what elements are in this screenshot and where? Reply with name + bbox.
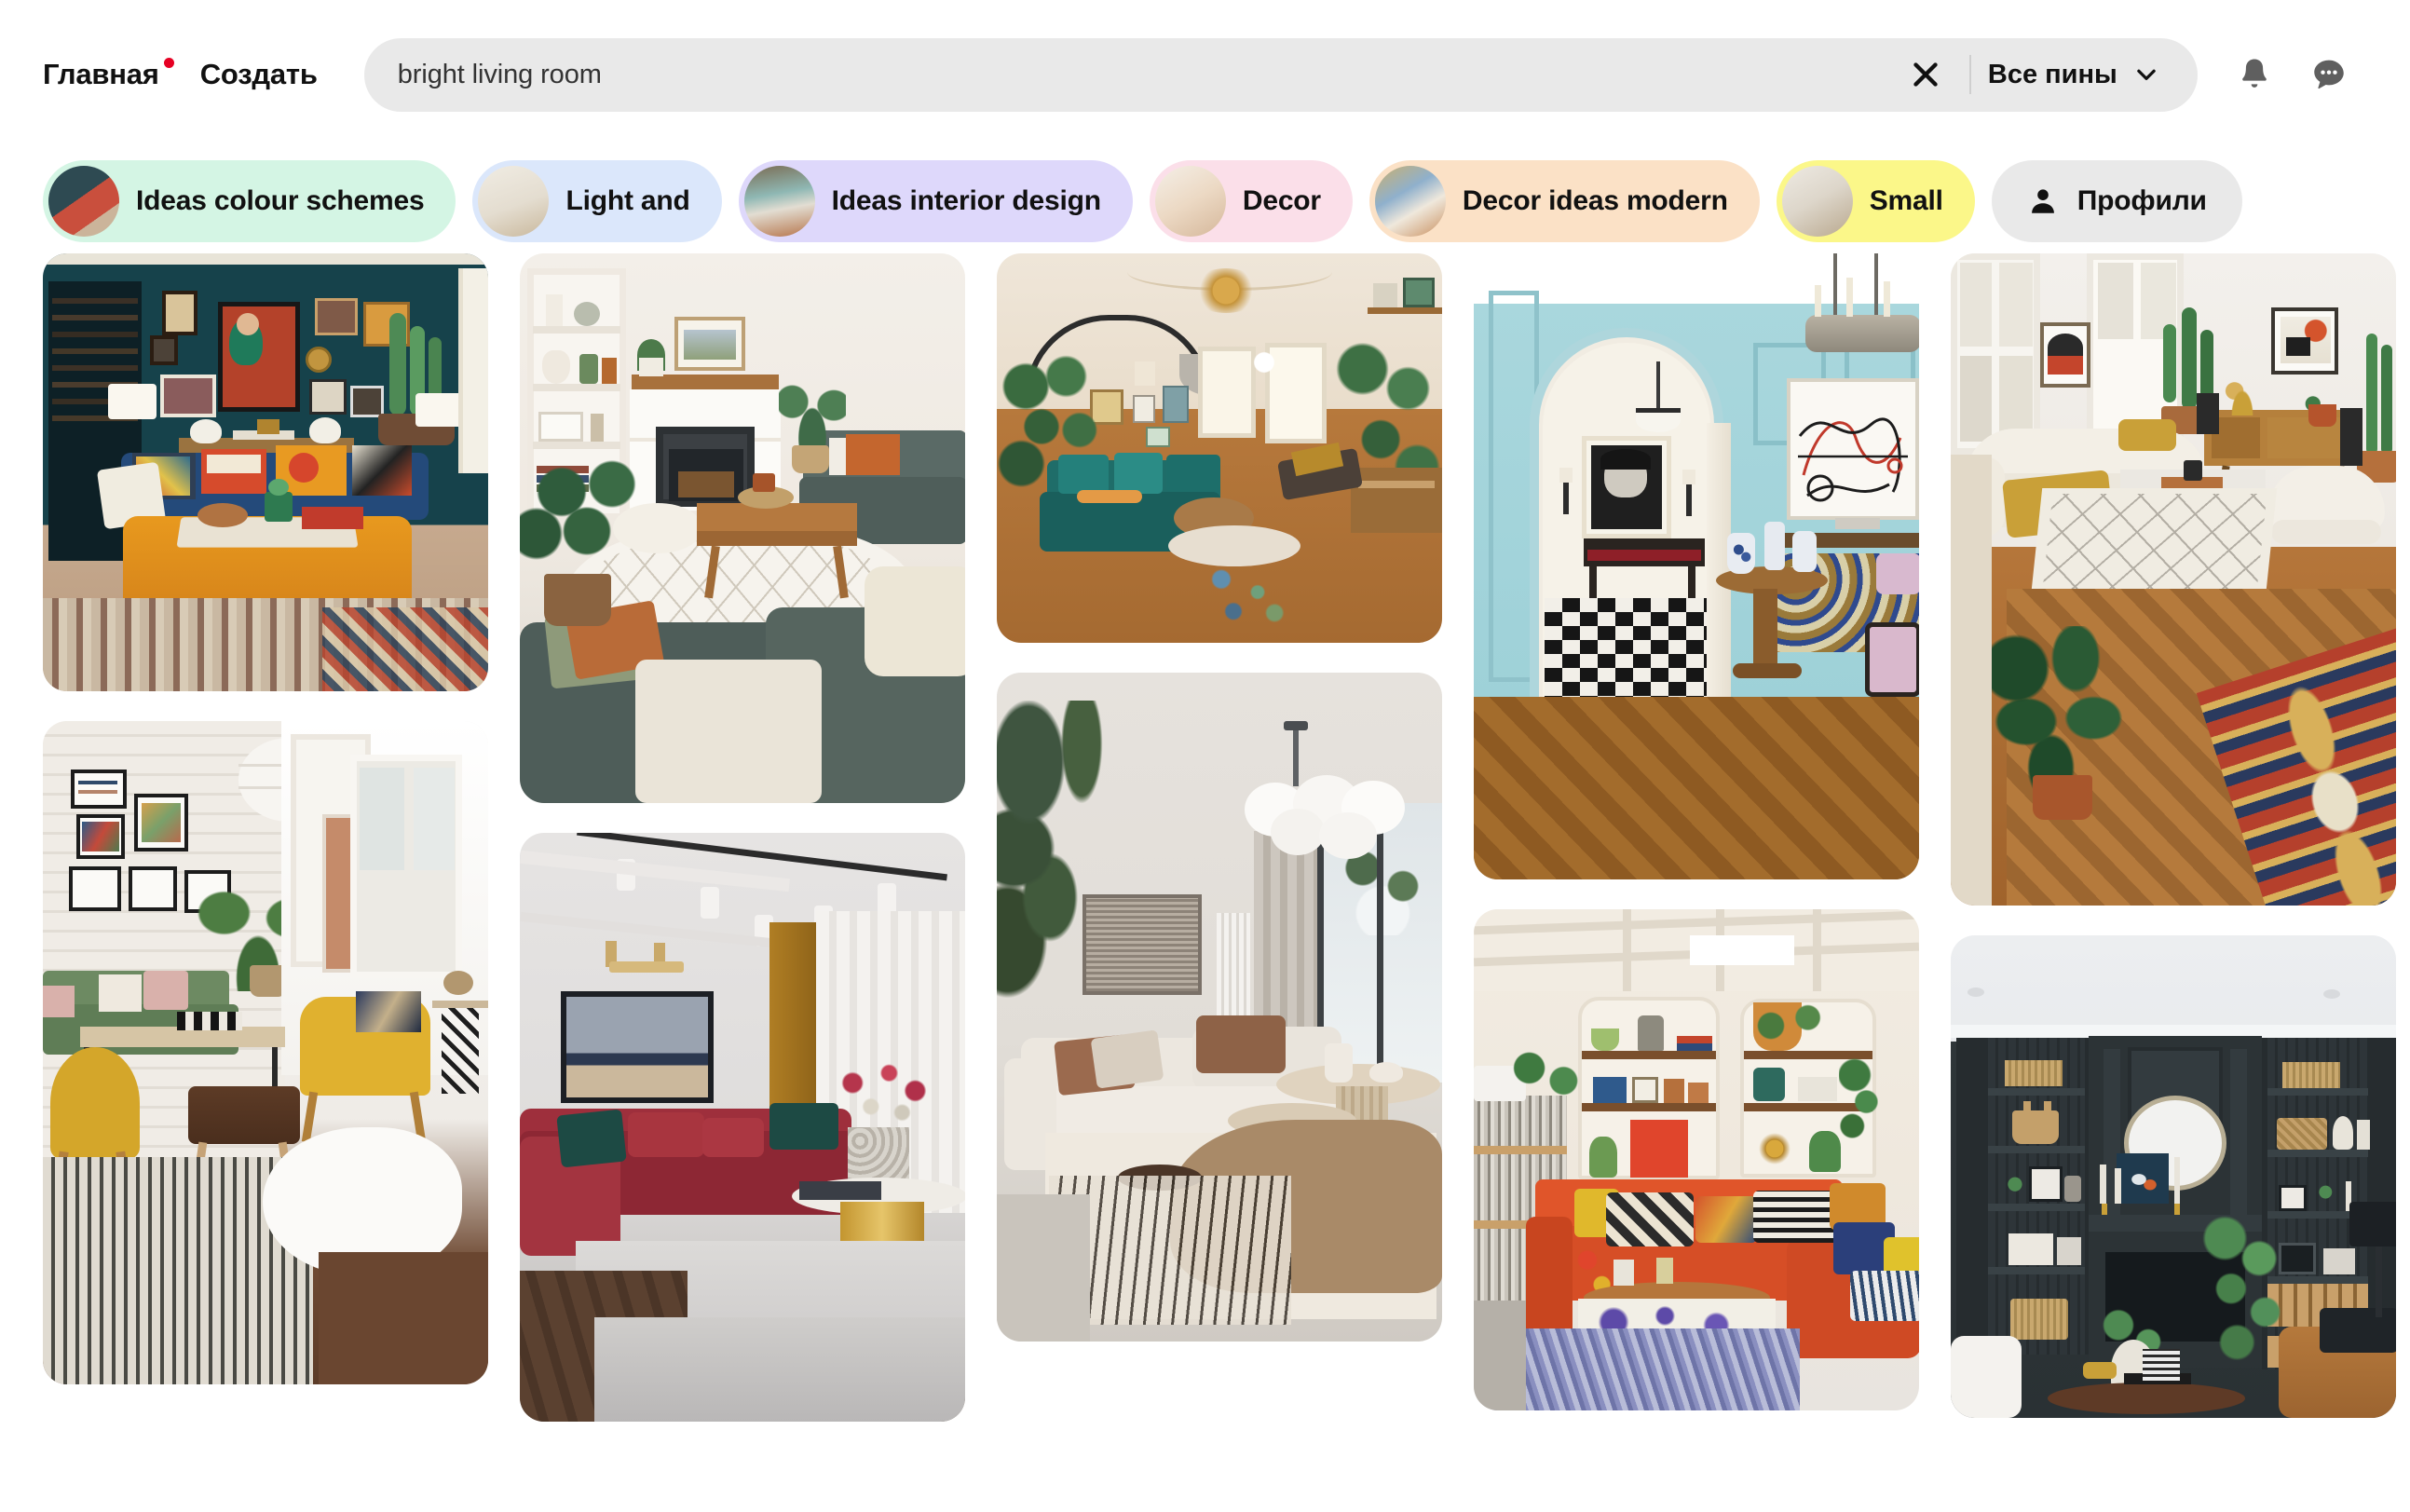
chip-label: Small bbox=[1869, 185, 1943, 216]
pin-card[interactable] bbox=[997, 253, 1442, 643]
search-input[interactable]: bright living room bbox=[398, 60, 1893, 90]
profiles-label: Профили bbox=[2076, 185, 2207, 216]
search-divider bbox=[1968, 55, 1971, 94]
pin-image bbox=[1474, 909, 1919, 1410]
chip-label: Ideas interior design bbox=[831, 185, 1101, 216]
chip-label: Decor bbox=[1242, 185, 1321, 216]
pin-image bbox=[43, 253, 488, 691]
pin-column bbox=[1951, 253, 2396, 1511]
chip-ideas-colour-schemes[interactable]: Ideas colour schemes bbox=[43, 160, 456, 242]
pin-image bbox=[1474, 253, 1919, 879]
bell-icon bbox=[2241, 59, 2267, 88]
nav-home-link[interactable]: Главная bbox=[43, 58, 174, 91]
chip-label: Decor ideas modern bbox=[1462, 185, 1728, 216]
pin-card[interactable] bbox=[1474, 909, 1919, 1410]
board-thumbnail-icon bbox=[1374, 166, 1446, 237]
person-icon bbox=[2031, 189, 2054, 213]
nav-home-label: Главная bbox=[43, 58, 159, 90]
chip-decor-ideas-modern[interactable]: Decor ideas modern bbox=[1368, 160, 1760, 242]
pin-column bbox=[997, 253, 1442, 1511]
top-header: Главная Создать bright living room Все п… bbox=[0, 0, 2410, 149]
chip-label: Ideas colour schemes bbox=[136, 185, 425, 216]
pin-column bbox=[520, 253, 965, 1511]
pin-card[interactable] bbox=[520, 253, 965, 803]
chat-bubble-icon bbox=[2314, 60, 2344, 89]
chip-small[interactable]: Small bbox=[1776, 160, 1975, 242]
chip-light-and[interactable]: Light and bbox=[472, 160, 722, 242]
pin-image bbox=[520, 253, 965, 803]
pin-image bbox=[43, 721, 488, 1384]
pin-card[interactable] bbox=[997, 673, 1442, 1342]
pin-image bbox=[1951, 253, 2396, 906]
pin-image bbox=[520, 833, 965, 1422]
pin-filter-dropdown[interactable]: Все пины bbox=[1988, 60, 2198, 90]
board-thumbnail-icon bbox=[478, 166, 550, 237]
clear-search-button[interactable] bbox=[1893, 42, 1958, 107]
board-thumbnail-icon bbox=[1781, 166, 1853, 237]
chip-ideas-interior-design[interactable]: Ideas interior design bbox=[738, 160, 1133, 242]
chevron-down-icon bbox=[2137, 69, 2156, 80]
pin-image bbox=[1951, 935, 2396, 1418]
notification-dot-icon bbox=[163, 58, 174, 68]
nav-create-link[interactable]: Создать bbox=[200, 58, 318, 91]
abstract-line-art-icon bbox=[1798, 417, 1908, 502]
pin-card[interactable] bbox=[43, 721, 488, 1384]
pin-card[interactable] bbox=[43, 253, 488, 691]
nav-create-label: Создать bbox=[199, 58, 318, 90]
pin-image bbox=[997, 673, 1442, 1342]
pin-card[interactable] bbox=[520, 833, 965, 1422]
messages-button[interactable] bbox=[2309, 55, 2349, 94]
pin-filter-label: Все пины bbox=[1987, 59, 2117, 89]
chip-label: Light and bbox=[565, 185, 690, 216]
pin-column bbox=[43, 253, 488, 1511]
search-bar[interactable]: bright living room Все пины bbox=[363, 37, 2198, 112]
pin-card[interactable] bbox=[1474, 253, 1919, 879]
notifications-button[interactable] bbox=[2235, 55, 2274, 94]
pin-card[interactable] bbox=[1951, 253, 2396, 906]
chip-decor[interactable]: Decor bbox=[1149, 160, 1353, 242]
filter-chip-row: Ideas colour schemes Light and Ideas int… bbox=[0, 149, 2410, 253]
pin-grid bbox=[0, 253, 2410, 1511]
profiles-button[interactable]: Профили bbox=[1991, 160, 2242, 242]
pin-image bbox=[997, 253, 1442, 643]
pin-column bbox=[1474, 253, 1919, 1511]
board-thumbnail-icon bbox=[48, 166, 119, 237]
board-thumbnail-icon bbox=[743, 166, 815, 237]
header-icon-group bbox=[2235, 55, 2349, 94]
pin-card[interactable] bbox=[1951, 935, 2396, 1418]
close-icon bbox=[1913, 62, 1938, 87]
board-thumbnail-icon bbox=[1154, 166, 1226, 237]
